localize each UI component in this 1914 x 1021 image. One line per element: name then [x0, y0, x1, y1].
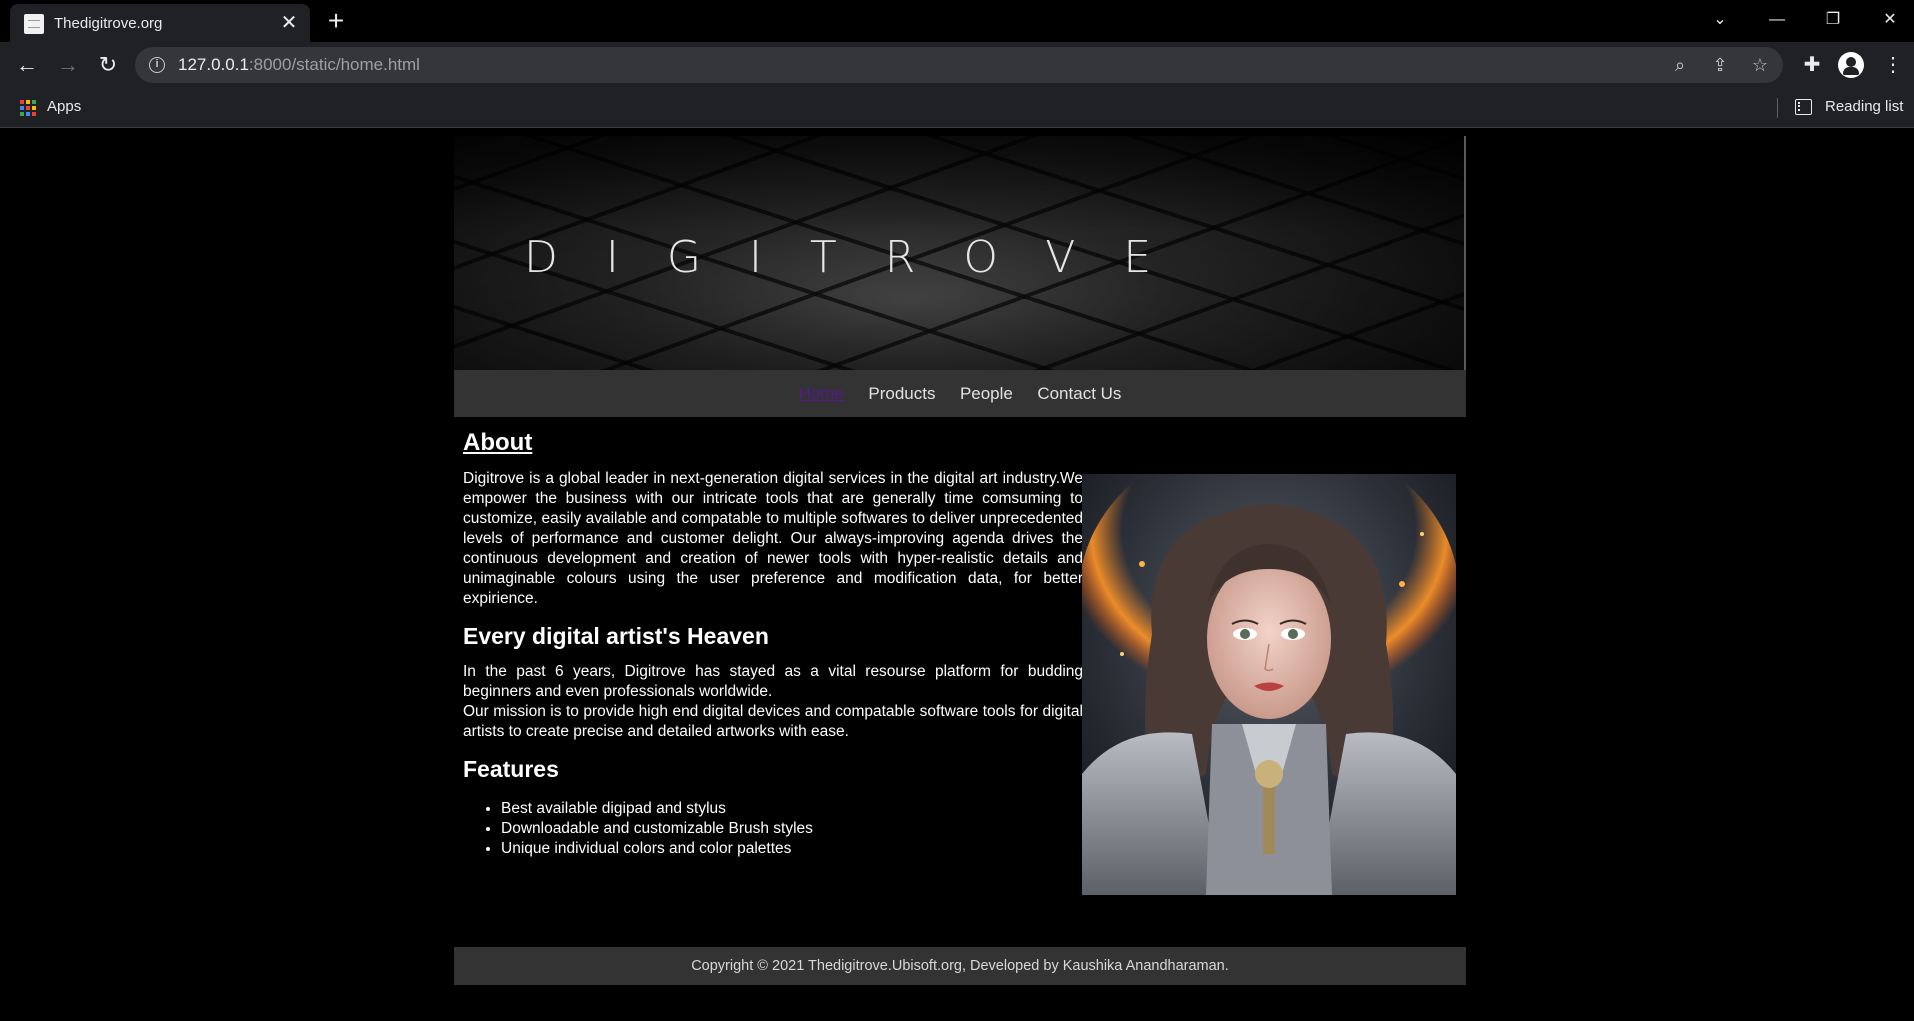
browser-titlebar: Thedigitrove.org ✕ + ⌄ — ❐ ✕ [0, 0, 1914, 42]
back-icon[interactable]: ← [12, 50, 42, 80]
close-tab-icon[interactable]: ✕ [278, 12, 300, 34]
nav-products[interactable]: Products [868, 370, 935, 417]
favicon-icon [24, 14, 44, 34]
bookmarks-bar: Apps Reading list [0, 88, 1914, 128]
menu-icon[interactable]: ⋮ [1878, 50, 1908, 80]
zoom-icon[interactable]: ⌕ [1668, 53, 1692, 77]
artwork-image [1082, 474, 1456, 895]
url-text[interactable]: 127.0.0.1:8000/static/home.html [178, 55, 420, 75]
site-footer: Copyright © 2021 Thedigitrove.Ubisoft.or… [454, 947, 1466, 985]
browser-tab[interactable]: Thedigitrove.org ✕ [10, 4, 310, 42]
browser-toolbar: ← → ↻ i 127.0.0.1:8000/static/home.html … [0, 42, 1914, 88]
banner-edge [1464, 136, 1466, 370]
banner-title: DIGITROVE [524, 232, 1200, 283]
minimize-icon[interactable]: — [1757, 4, 1797, 36]
header-banner: DIGITROVE [454, 136, 1466, 370]
about-heading: About [463, 429, 533, 456]
about-text: Digitrove is a global leader in next-gen… [463, 470, 1083, 607]
forward-icon[interactable]: → [53, 50, 83, 80]
reading-list-icon[interactable] [1795, 99, 1812, 115]
nav-people[interactable]: People [960, 370, 1013, 417]
site-info-icon[interactable]: i [149, 57, 165, 73]
profile-avatar-icon[interactable] [1838, 52, 1864, 78]
artwork-illustration [1082, 474, 1456, 895]
tab-search-icon[interactable]: ⌄ [1700, 4, 1740, 36]
apps-grid-icon[interactable] [20, 100, 36, 116]
features-heading: Features [463, 756, 559, 782]
nav-contact-us[interactable]: Contact Us [1037, 370, 1121, 417]
restore-icon[interactable]: ❐ [1813, 4, 1853, 36]
page-viewport: DIGITROVE Home Products People Contact U… [0, 129, 1914, 1021]
heaven-text-2: Our mission is to provide high end digit… [463, 703, 1083, 740]
close-window-icon[interactable]: ✕ [1870, 4, 1910, 36]
tab-title: Thedigitrove.org [54, 15, 163, 32]
extensions-icon[interactable]: ✚ [1797, 50, 1827, 80]
bookmarks-divider [1777, 98, 1778, 118]
heaven-heading: Every digital artist's Heaven [463, 623, 769, 649]
nav-home[interactable]: Home [799, 370, 844, 417]
share-icon[interactable]: ⇪ [1708, 53, 1732, 77]
new-tab-icon[interactable]: + [322, 7, 350, 36]
features-list: Best available digipad and stylus Downlo… [501, 799, 1083, 859]
feature-item: Downloadable and customizable Brush styl… [501, 819, 1083, 839]
bookmark-star-icon[interactable]: ☆ [1748, 53, 1772, 77]
main-nav: Home Products People Contact Us [454, 370, 1466, 417]
main-content: About Digitrove is a global leader in ne… [463, 429, 1083, 859]
reload-icon[interactable]: ↻ [93, 50, 123, 80]
heaven-text-1: In the past 6 years, Digitrove has staye… [463, 663, 1083, 700]
address-bar[interactable]: i 127.0.0.1:8000/static/home.html ⌕ ⇪ ☆ [135, 47, 1783, 83]
footer-copyright: Copyright © 2021 Thedigitrove.Ubisoft.or… [691, 958, 1229, 974]
reading-list-button[interactable]: Reading list [1825, 98, 1903, 115]
feature-item: Best available digipad and stylus [501, 799, 1083, 819]
feature-item: Unique individual colors and color palet… [501, 839, 1083, 859]
apps-bookmark[interactable]: Apps [47, 98, 81, 115]
